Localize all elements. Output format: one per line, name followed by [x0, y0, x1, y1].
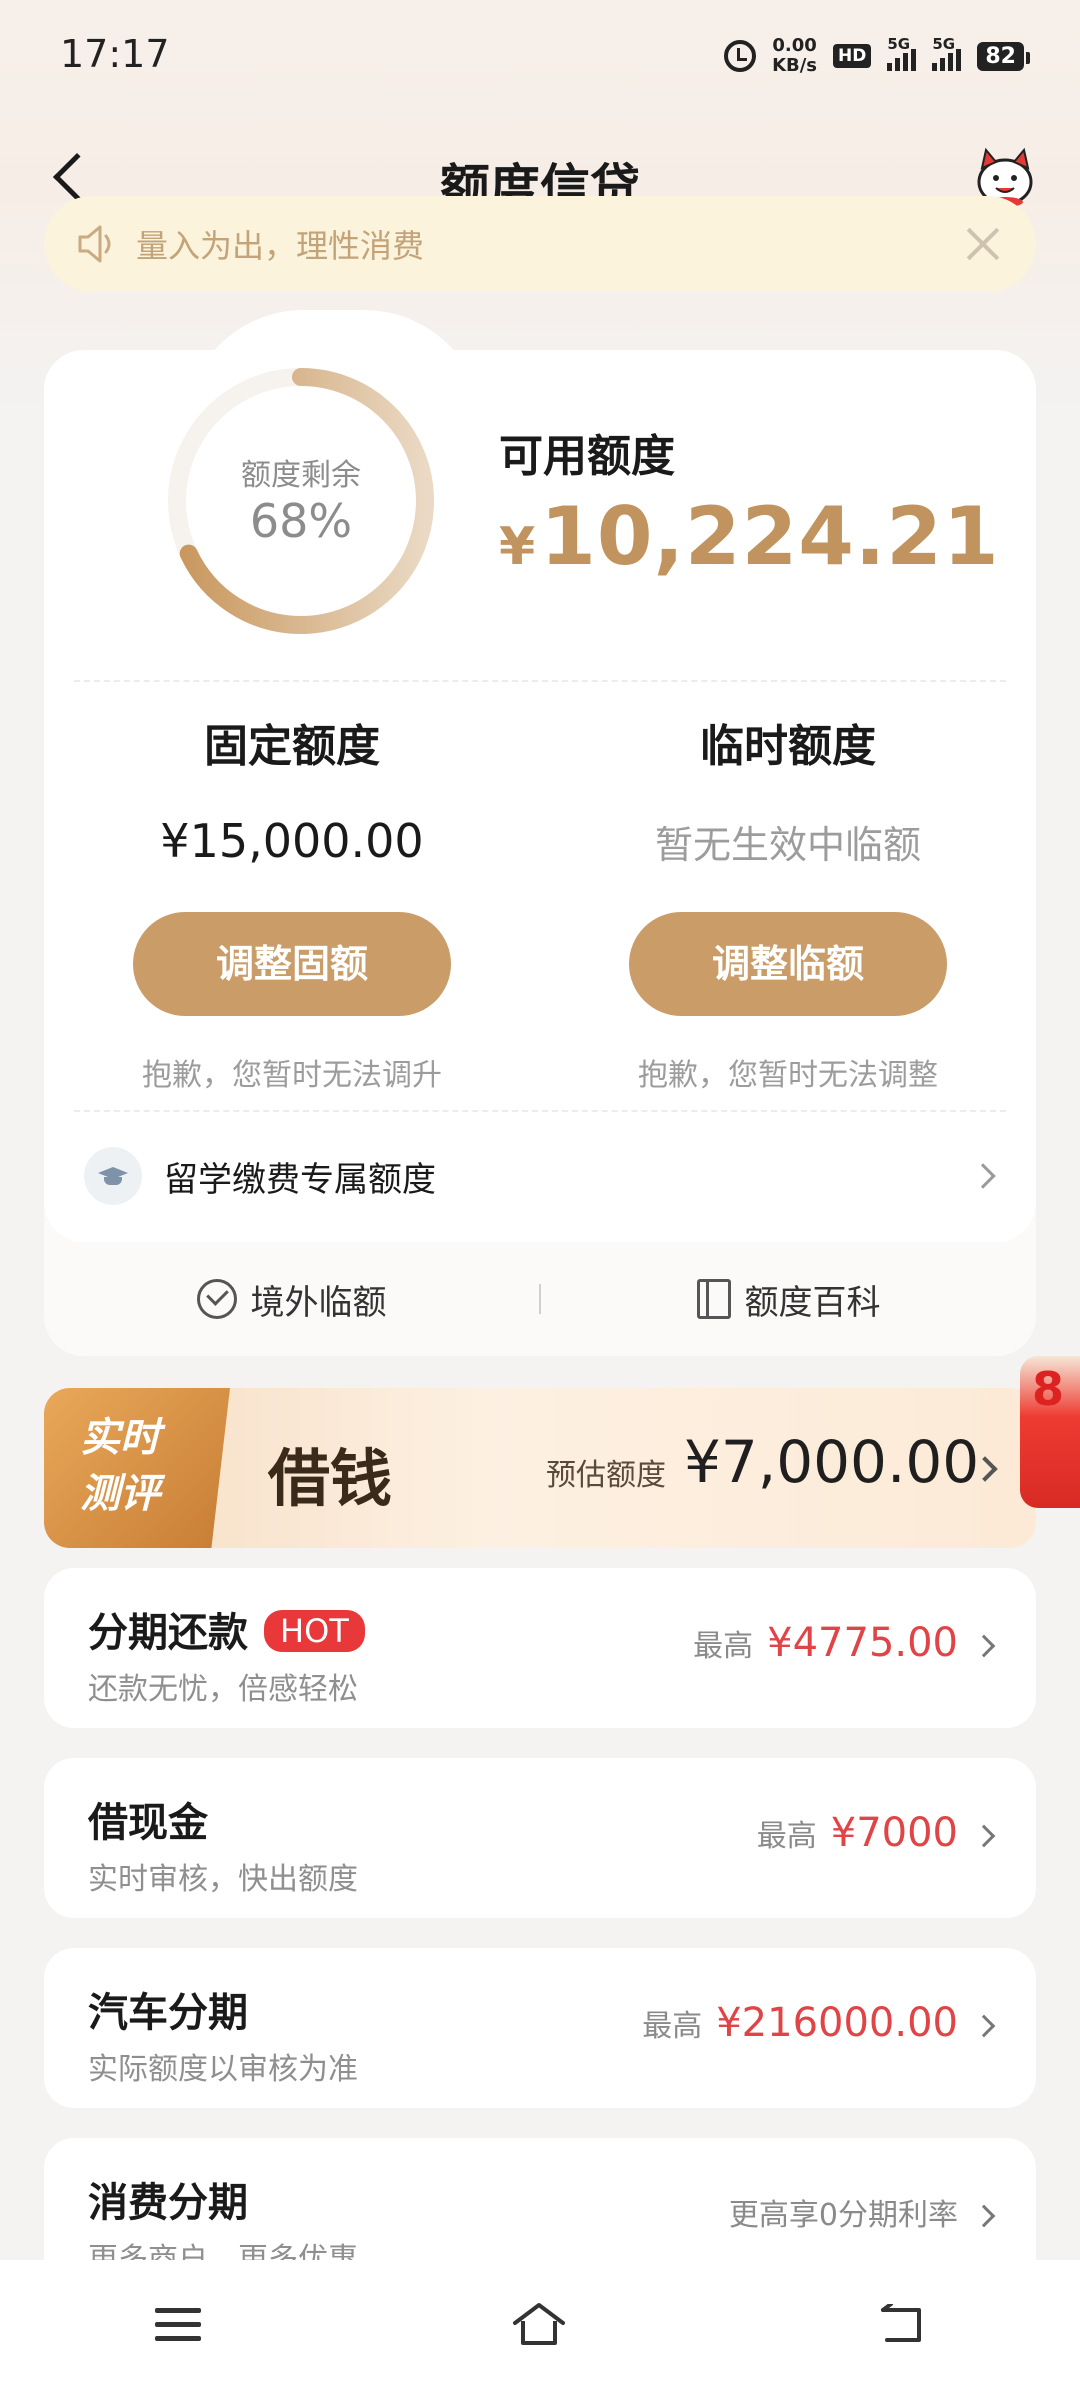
- promo-text: 更高享0分期利率: [728, 2198, 958, 2233]
- product-max: 最高 ¥216000.00: [642, 2000, 958, 2046]
- temp-quota-amount: 暂无生效中临额: [654, 823, 921, 867]
- status-time: 17:17: [60, 32, 170, 76]
- overseas-temp-quota-link[interactable]: 境外临额: [44, 1275, 539, 1324]
- divider: [74, 1110, 1006, 1112]
- chevron-right-icon: [970, 1163, 996, 1189]
- book-icon: [696, 1279, 731, 1319]
- signal-icon: 5G: [887, 35, 917, 71]
- product-name: 消费分期: [88, 2180, 248, 2226]
- red-packet-float[interactable]: 8: [1020, 1356, 1080, 1508]
- temp-quota: 临时额度 暂无生效中临额 调整临额 抱歉，您暂时无法调整: [540, 710, 1036, 1094]
- tag-line-1: 实时: [80, 1415, 160, 1461]
- chevron-right-icon: [972, 1824, 996, 1848]
- product-subtitle: 还款无忧，倍感轻松: [88, 1672, 358, 1707]
- product-max: 最高 ¥7000: [757, 1810, 958, 1856]
- quota-wiki-link[interactable]: 额度百科: [541, 1275, 1036, 1324]
- product-promo: 更高享0分期利率: [729, 2190, 958, 2234]
- product-name-text: 分期还款: [88, 1610, 248, 1656]
- study-abroad-quota-row[interactable]: 留学缴费专属额度: [44, 1126, 1036, 1226]
- status-bar: 17:17 0.00 KB/s HD 5G 5G 82: [0, 0, 1080, 110]
- chevron-right-icon: [972, 2204, 996, 2228]
- hot-badge: HOT: [264, 1610, 365, 1652]
- speaker-icon: [78, 225, 111, 263]
- notice-text: 量入为出，理性消费: [136, 227, 425, 265]
- hd-icon: HD: [833, 44, 872, 68]
- estimate-value: ¥7,000.00: [684, 1428, 980, 1496]
- credit-card: 额度剩余 68% 可用额度 ¥10,224.21 固定额度 ¥15,000.00…: [44, 310, 1036, 1356]
- notice-bar: 量入为出，理性消费: [44, 196, 1036, 292]
- currency-symbol: ¥: [499, 517, 537, 577]
- signal-label-2: 5G: [932, 35, 956, 53]
- product-max: 最高 ¥4775.00: [693, 1620, 958, 1666]
- product-subtitle: 实时审核，快出额度: [88, 1862, 358, 1897]
- fixed-quota-title: 固定额度: [204, 721, 380, 772]
- credit-links: 境外临额 额度百科: [44, 1242, 1036, 1356]
- signal-label: 5G: [887, 35, 911, 53]
- home-icon[interactable]: [511, 2301, 567, 2347]
- available-label: 可用额度: [499, 431, 675, 482]
- fixed-quota: 固定额度 ¥15,000.00 调整固额 抱歉，您暂时无法调升: [44, 710, 540, 1094]
- product-subtitle: 实际额度以审核为准: [88, 2052, 358, 2087]
- battery-icon: 82: [977, 41, 1030, 71]
- product-installment-repay[interactable]: 分期还款 HOT 还款无忧，倍感轻松 最高 ¥4775.00: [44, 1568, 1036, 1728]
- signal-icon-2: 5G: [932, 35, 962, 71]
- status-icons: 0.00 KB/s HD 5G 5G 82: [724, 35, 1030, 76]
- banner-title: 借钱: [268, 1442, 393, 1515]
- divider: [74, 680, 1006, 682]
- product-name: 借现金: [88, 1800, 208, 1846]
- net-speed: 0.00 KB/s: [772, 36, 817, 76]
- max-value: ¥4775.00: [767, 1620, 958, 1666]
- menu-icon[interactable]: [155, 2306, 201, 2342]
- max-label: 最高: [693, 1629, 754, 1664]
- max-label: 最高: [642, 2009, 703, 2044]
- realtime-eval-text: 实时 测评: [80, 1410, 160, 1522]
- graduation-cap-icon: [84, 1147, 142, 1205]
- available-amount: ¥10,224.21: [499, 490, 1000, 583]
- study-abroad-label: 留学缴费专属额度: [164, 1159, 436, 1200]
- alarm-icon: [724, 40, 757, 72]
- product-name: 汽车分期: [88, 1990, 248, 2036]
- credit-main-panel: 额度剩余 68% 可用额度 ¥10,224.21 固定额度 ¥15,000.00…: [44, 310, 1036, 1242]
- ring-percent: 68%: [249, 494, 353, 548]
- overseas-icon: [196, 1279, 237, 1319]
- wiki-label: 额度百科: [744, 1282, 881, 1323]
- close-icon[interactable]: [966, 227, 1000, 261]
- max-label: 最高: [756, 1819, 817, 1854]
- remaining-ring: 额度剩余 68%: [156, 356, 446, 646]
- estimate-label: 预估额度: [546, 1458, 666, 1493]
- back-nav-icon[interactable]: [877, 2304, 925, 2344]
- net-speed-unit: KB/s: [772, 55, 818, 76]
- tag-line-2: 测评: [80, 1471, 160, 1517]
- ring-label: 额度剩余: [241, 458, 361, 493]
- max-value: ¥216000.00: [716, 2000, 958, 2046]
- system-nav-bar: [0, 2260, 1080, 2388]
- adjust-temp-button[interactable]: 调整临额: [629, 912, 947, 1016]
- product-car-installment[interactable]: 汽车分期 实际额度以审核为准 最高 ¥216000.00: [44, 1948, 1036, 2108]
- borrow-banner[interactable]: 实时 测评 借钱 预估额度 ¥7,000.00: [44, 1388, 1036, 1548]
- product-cash-loan[interactable]: 借现金 实时审核，快出额度 最高 ¥7000: [44, 1758, 1036, 1918]
- overseas-label: 境外临额: [250, 1282, 387, 1323]
- temp-quota-note: 抱歉，您暂时无法调整: [638, 1058, 938, 1093]
- chevron-right-icon: [972, 2014, 996, 2038]
- net-speed-value: 0.00: [772, 35, 817, 56]
- fixed-quota-amount: ¥15,000.00: [160, 814, 424, 868]
- red-packet-digit: 8: [1032, 1362, 1065, 1416]
- max-value: ¥7000: [830, 1810, 958, 1856]
- chevron-right-icon: [972, 1634, 996, 1658]
- product-name: 分期还款 HOT: [88, 1600, 365, 1658]
- adjust-fixed-button[interactable]: 调整固额: [133, 912, 451, 1016]
- temp-quota-title: 临时额度: [700, 721, 876, 772]
- available-value: 10,224.21: [540, 490, 1000, 583]
- fixed-quota-note: 抱歉，您暂时无法调升: [142, 1058, 442, 1093]
